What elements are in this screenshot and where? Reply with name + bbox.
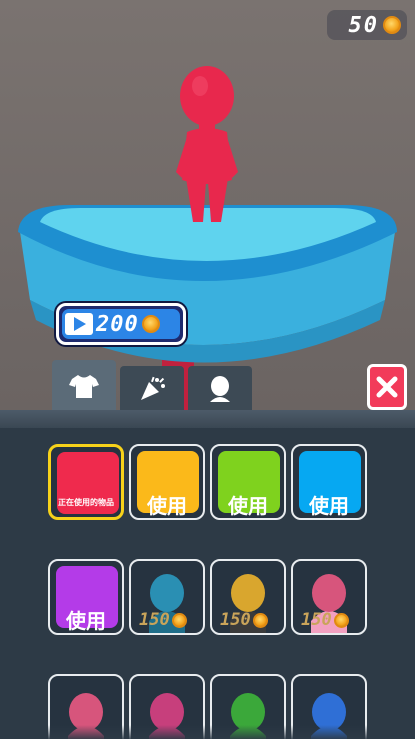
in-use-label: 正在使用的物品 xyxy=(58,498,114,507)
game-scene: 50 200 xyxy=(0,0,415,412)
head-icon xyxy=(210,376,230,402)
coin-icon xyxy=(383,16,401,34)
coin-counter: 50 xyxy=(327,10,407,40)
tab-avatar[interactable] xyxy=(188,366,252,412)
coin-icon xyxy=(171,612,187,628)
item-panel: 正在使用的物品 使用 使用 使用 使用 150 150 150 xyxy=(0,428,415,739)
reward-amount: 200 xyxy=(96,311,139,337)
coin-count: 50 xyxy=(348,12,379,38)
color-item[interactable]: 正在使用的物品 xyxy=(48,444,124,520)
price-amount: 150 xyxy=(220,610,251,630)
use-label: 使用 xyxy=(309,494,349,518)
item-price: 150 xyxy=(301,610,349,630)
color-item[interactable]: 使用 xyxy=(291,444,367,520)
coin-icon xyxy=(141,315,160,333)
close-x-icon xyxy=(376,376,398,398)
color-item[interactable]: 使用 xyxy=(48,559,124,635)
use-label: 使用 xyxy=(228,494,268,518)
category-tabs xyxy=(52,360,252,412)
video-play-icon xyxy=(65,313,93,335)
price-amount: 150 xyxy=(139,610,170,630)
tab-effects[interactable] xyxy=(120,366,184,412)
item-price: 150 xyxy=(139,610,187,630)
watch-ad-reward-button[interactable]: 200 xyxy=(56,303,186,345)
panel-header-bar xyxy=(0,410,415,428)
skin-item[interactable]: 150 xyxy=(129,559,205,635)
shirt-icon xyxy=(69,375,99,398)
tab-clothing[interactable] xyxy=(52,360,116,412)
use-label: 使用 xyxy=(66,609,106,633)
color-item[interactable]: 使用 xyxy=(210,444,286,520)
color-item[interactable]: 使用 xyxy=(129,444,205,520)
skin-item[interactable]: 150 xyxy=(291,559,367,635)
skin-item[interactable]: 150 xyxy=(210,559,286,635)
coin-icon xyxy=(252,612,268,628)
coin-icon xyxy=(333,612,349,628)
item-grid: 正在使用的物品 使用 使用 使用 使用 150 150 150 xyxy=(48,444,367,739)
stage-illustration xyxy=(18,66,397,412)
use-label: 使用 xyxy=(147,494,187,518)
party-popper-icon xyxy=(141,376,165,400)
close-button[interactable] xyxy=(367,364,407,410)
price-amount: 150 xyxy=(301,610,332,630)
item-price: 150 xyxy=(220,610,268,630)
